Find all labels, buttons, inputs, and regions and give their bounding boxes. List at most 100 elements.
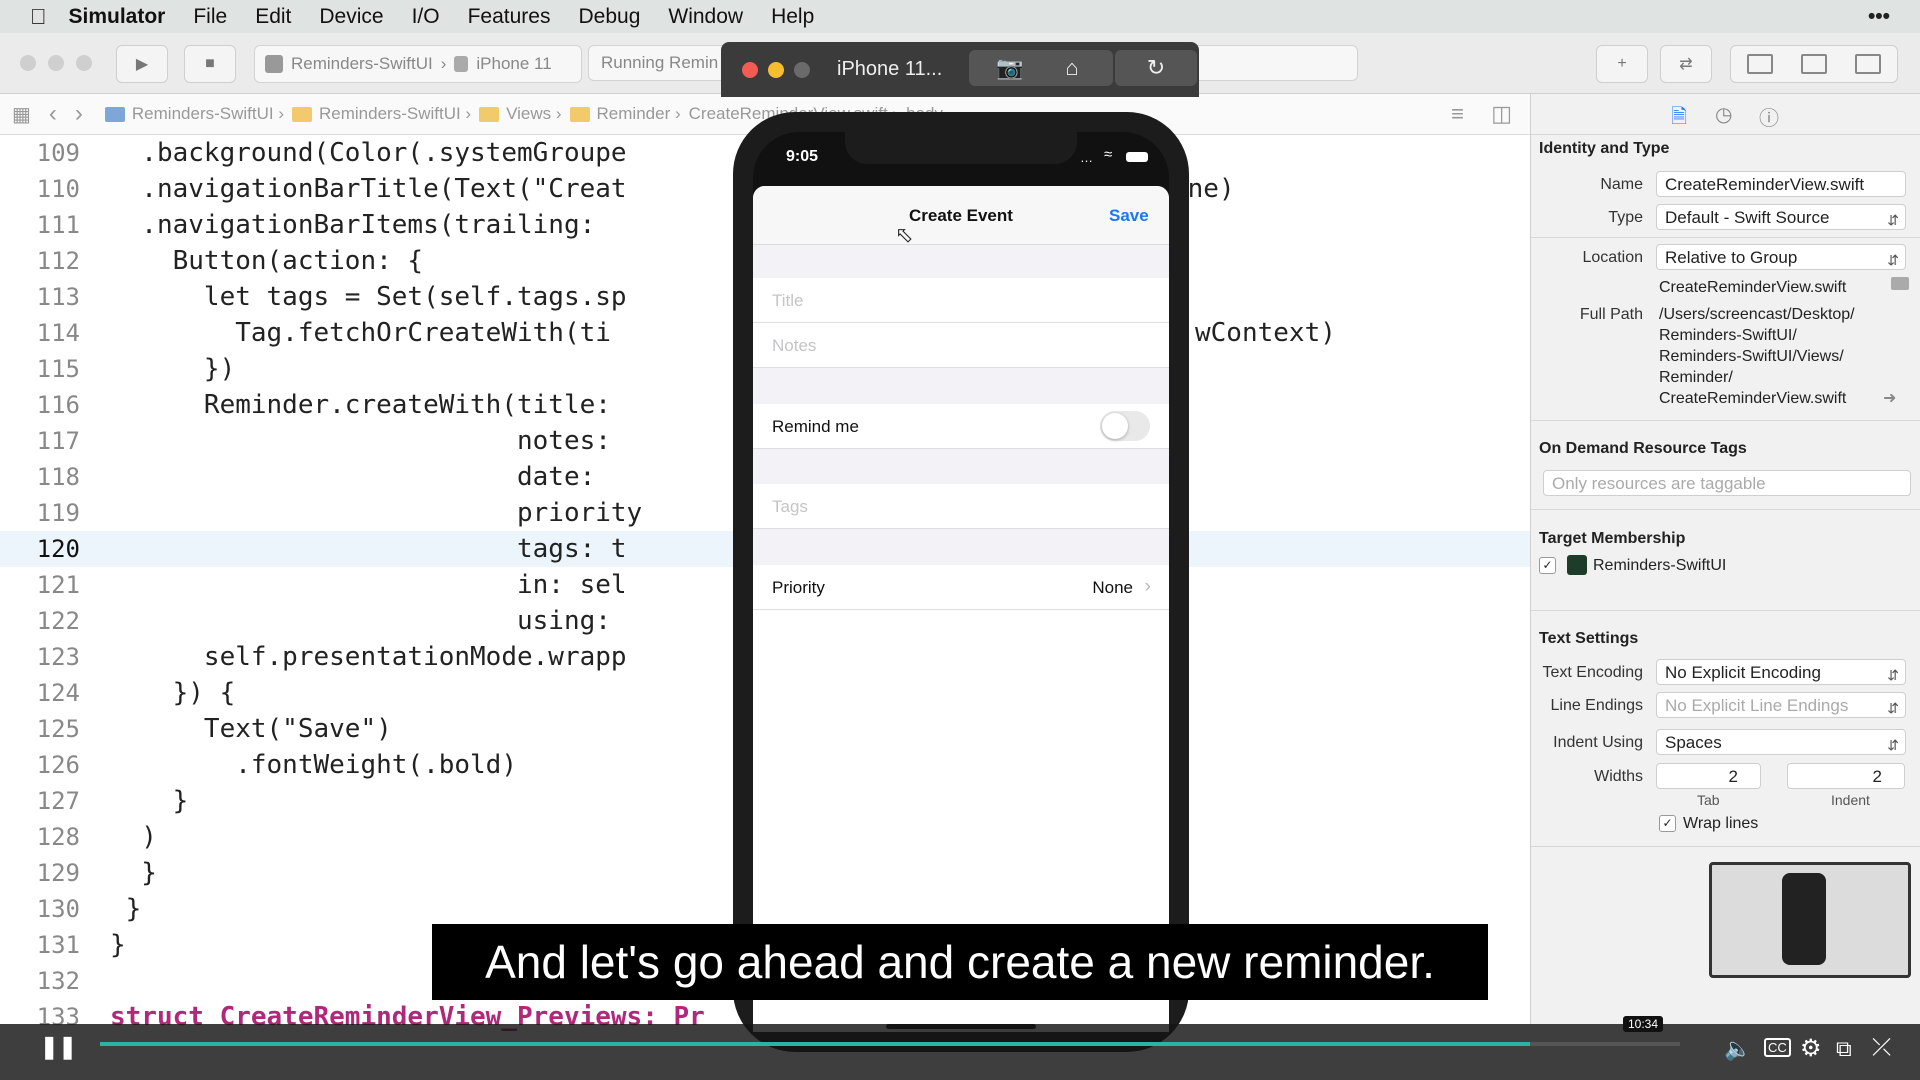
progress-track[interactable] [100, 1042, 1680, 1046]
menu-window[interactable]: Window [654, 5, 757, 29]
settings-icon[interactable]: ⚙ [1800, 1034, 1822, 1063]
back-icon[interactable]: ‹ [49, 100, 57, 128]
scheme-selector[interactable]: Reminders-SwiftUI › iPhone 11 [254, 45, 582, 83]
identity-header: Identity and Type [1539, 140, 1670, 157]
iphone-notch [845, 128, 1077, 164]
pause-icon[interactable]: ❚❚ [40, 1034, 77, 1060]
line-number: 118 [36, 463, 80, 491]
encoding-label: Text Encoding [1542, 664, 1643, 681]
indent-width-field[interactable]: 2 [1787, 763, 1905, 789]
inspector-toggle-icon[interactable] [1855, 54, 1881, 74]
menu-io[interactable]: I/O [398, 5, 454, 29]
type-select[interactable]: Default - Swift Source ⇵ [1656, 204, 1906, 230]
run-button[interactable]: ▶ [116, 45, 168, 83]
wrap-lines-checkbox[interactable]: ✓ [1659, 815, 1676, 832]
updown-icon: ⇵ [1887, 700, 1899, 716]
split-editor-icon[interactable]: ◫ [1491, 101, 1512, 127]
location-file: CreateReminderView.swift [1659, 279, 1847, 296]
breadcrumb-project[interactable]: Reminders-SwiftUI › [104, 104, 284, 124]
divider [1531, 509, 1920, 510]
chevron-right-icon: › [1144, 576, 1151, 597]
menu-debug[interactable]: Debug [564, 5, 654, 29]
menu-device[interactable]: Device [305, 5, 397, 29]
history-icon[interactable]: ◷ [1715, 102, 1732, 127]
line-number: 130 [36, 895, 80, 923]
sim-minimize-button[interactable] [768, 62, 784, 78]
related-items-icon[interactable]: ▦ [12, 102, 31, 127]
captions-icon[interactable]: CC [1764, 1038, 1791, 1057]
menu-app[interactable]: Simulator [47, 5, 180, 29]
volume-icon[interactable]: 🔈 [1724, 1036, 1751, 1062]
sim-zoom-button[interactable] [794, 62, 810, 78]
fullpath-label: Full Path [1579, 306, 1643, 323]
more-icon[interactable]: ••• [1868, 5, 1890, 29]
menu-bar:  Simulator File Edit Device I/O Feature… [0, 0, 1920, 33]
thumbnail-phone [1782, 873, 1826, 965]
sim-close-button[interactable] [742, 62, 758, 78]
indent-caption: Indent [1831, 792, 1870, 808]
priority-row[interactable]: Priority None › [753, 565, 1169, 610]
exit-fullscreen-icon[interactable]: ⤫ [1872, 1034, 1891, 1062]
breadcrumb-reminder[interactable]: Reminder › [569, 104, 681, 124]
debug-area-toggle-icon[interactable] [1801, 54, 1827, 74]
rotate-button[interactable]: ↻ [1115, 50, 1197, 86]
minimize-window-button[interactable] [48, 55, 64, 71]
title-placeholder: Title [772, 291, 804, 310]
file-inspector-icon[interactable]: 🗎 [1671, 102, 1687, 136]
help-icon[interactable]: ⓘ [1759, 102, 1779, 131]
home-button[interactable]: ⌂ [1031, 50, 1113, 86]
stop-button[interactable]: ■ [184, 45, 236, 83]
line-text-overflow: wContext) [1195, 318, 1336, 348]
apple-icon[interactable]:  [0, 4, 47, 30]
indent-select[interactable]: Spaces ⇵ [1656, 729, 1906, 755]
code-review-button[interactable]: ⇄ [1660, 45, 1712, 83]
folder-icon [479, 106, 500, 122]
name-label: Name [1600, 176, 1643, 193]
wrap-lines-label: Wrap lines [1683, 815, 1759, 832]
editor-options-icon[interactable]: ≡ [1451, 101, 1464, 127]
menu-features[interactable]: Features [454, 5, 565, 29]
line-text: in: sel [110, 570, 627, 600]
forward-icon[interactable]: › [75, 100, 83, 128]
navigator-toggle-icon[interactable] [1747, 54, 1773, 74]
endings-select[interactable]: No Explicit Line Endings ⇵ [1656, 692, 1906, 718]
scheme-target: Reminders-SwiftUI [291, 54, 433, 73]
breadcrumb-label: Views [506, 104, 552, 123]
indent-label: Indent Using [1553, 734, 1643, 751]
line-text: tags: t [110, 534, 627, 564]
line-text: ) [110, 822, 157, 852]
line-text: .navigationBarItems(trailing: [110, 210, 596, 240]
name-field[interactable]: CreateReminderView.swift [1656, 171, 1906, 197]
picture-in-picture-icon[interactable]: ⧉ [1836, 1036, 1852, 1062]
updown-icon: ⇵ [1887, 252, 1899, 268]
tags-field[interactable]: Tags [753, 484, 1169, 529]
library-button[interactable]: + [1596, 45, 1648, 83]
divider [1531, 237, 1920, 238]
reveal-arrow-icon[interactable]: ➜ [1883, 388, 1896, 408]
breadcrumb-group[interactable]: Reminders-SwiftUI › [292, 104, 471, 124]
close-window-button[interactable] [20, 55, 36, 71]
tab-width-field[interactable]: 2 [1656, 763, 1761, 789]
sim-title: iPhone 11... [837, 58, 943, 80]
menu-edit[interactable]: Edit [241, 5, 305, 29]
zoom-window-button[interactable] [76, 55, 92, 71]
notes-field[interactable]: Notes [753, 323, 1169, 368]
line-text: self.presentationMode.wrapp [110, 642, 627, 672]
location-select[interactable]: Relative to Group ⇵ [1656, 244, 1906, 270]
panel-toggles[interactable] [1730, 45, 1898, 83]
divider [1531, 610, 1920, 611]
target-checkbox[interactable]: ✓ [1539, 557, 1556, 574]
swap-arrows-icon: ⇄ [1679, 56, 1693, 73]
menu-file[interactable]: File [179, 5, 241, 29]
project-icon [104, 106, 125, 122]
save-button[interactable]: Save [1109, 206, 1149, 226]
encoding-value: No Explicit Encoding [1665, 663, 1821, 682]
remind-me-toggle[interactable] [1100, 411, 1150, 441]
encoding-select[interactable]: No Explicit Encoding ⇵ [1656, 659, 1906, 685]
breadcrumb-views[interactable]: Views › [479, 104, 562, 124]
title-field[interactable]: Title [753, 278, 1169, 323]
endings-label: Line Endings [1550, 697, 1643, 714]
menu-help[interactable]: Help [757, 5, 828, 29]
line-number: 114 [36, 319, 80, 347]
folder-icon[interactable] [1891, 277, 1909, 290]
